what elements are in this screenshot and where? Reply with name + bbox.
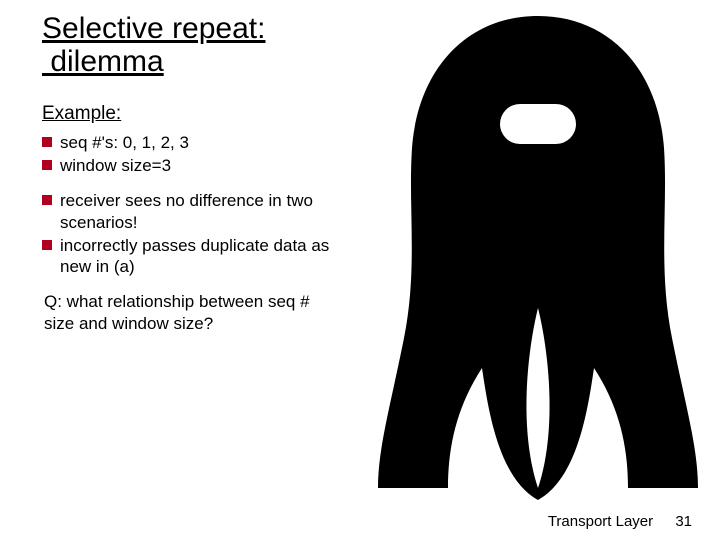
question-block: Q: what relationship between seq # size … [42,291,342,334]
bullet-icon [42,137,52,147]
question-label: Q: [44,292,62,311]
bullet-group-b: receiver sees no difference in two scena… [42,190,342,277]
silhouette-icon [378,8,698,508]
example-heading: Example: [42,102,342,126]
list-item: incorrectly passes duplicate data as new… [42,235,342,278]
bullet-group-a: seq #'s: 0, 1, 2, 3 window size=3 [42,132,342,177]
footer-page-number: 31 [675,513,692,530]
list-item: seq #'s: 0, 1, 2, 3 [42,132,342,153]
decorative-graphic [378,8,698,508]
list-item: receiver sees no difference in two scena… [42,190,342,233]
bullet-icon [42,240,52,250]
slide-title: Selective repeat: dilemma [42,12,265,78]
bullet-text: receiver sees no difference in two scena… [60,190,342,233]
slide-footer: Transport Layer 31 [548,513,692,530]
slide: Selective repeat: dilemma Example: seq #… [0,0,720,540]
bullet-text: window size=3 [60,155,342,176]
list-item: window size=3 [42,155,342,176]
footer-label: Transport Layer [548,513,653,530]
bullet-text: seq #'s: 0, 1, 2, 3 [60,132,342,153]
question-text: what relationship between seq # size and… [44,292,310,332]
bullet-icon [42,195,52,205]
bullet-icon [42,160,52,170]
slide-body: Example: seq #'s: 0, 1, 2, 3 window size… [42,102,342,348]
bullet-text: incorrectly passes duplicate data as new… [60,235,342,278]
